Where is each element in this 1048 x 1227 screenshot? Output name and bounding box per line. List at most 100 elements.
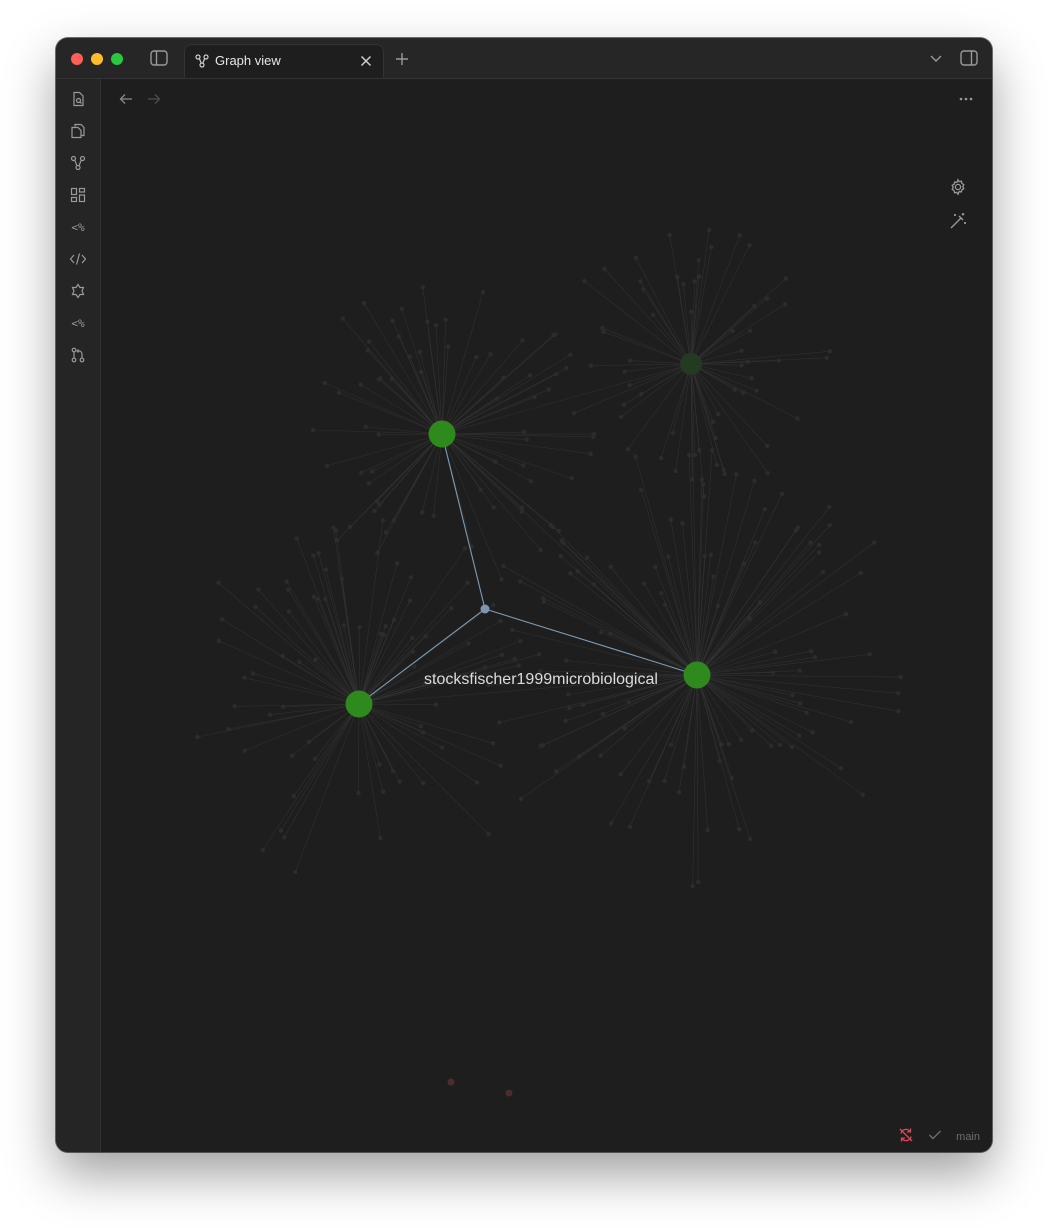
close-icon[interactable] xyxy=(359,54,373,68)
faded-edge xyxy=(336,433,443,541)
faded-edge xyxy=(503,565,698,676)
faded-edge xyxy=(280,703,360,831)
faded-node xyxy=(391,518,397,523)
minimize-window-button[interactable] xyxy=(91,53,103,65)
faded-node xyxy=(518,638,523,644)
graph-settings-button[interactable] xyxy=(948,177,968,197)
faded-edge xyxy=(696,674,751,840)
faded-edge xyxy=(696,674,699,883)
faded-node xyxy=(546,387,552,392)
file-search-icon[interactable] xyxy=(68,89,88,109)
faded-edge xyxy=(358,703,478,783)
faded-edge xyxy=(324,382,443,435)
layout-dashboard-icon[interactable] xyxy=(68,185,88,205)
faded-edge xyxy=(441,334,556,435)
zoom-window-button[interactable] xyxy=(111,53,123,65)
faded-node xyxy=(242,748,248,753)
faded-edge xyxy=(441,363,692,435)
faded-node xyxy=(681,764,687,769)
template-icon[interactable]: <% xyxy=(68,313,88,333)
faded-node xyxy=(753,540,758,545)
faded-node xyxy=(702,553,707,559)
template-icon[interactable]: <% xyxy=(68,217,88,237)
faded-node xyxy=(690,477,695,482)
tab-list-dropdown-button[interactable] xyxy=(927,50,945,68)
faded-node xyxy=(518,796,524,802)
bot-icon[interactable] xyxy=(68,281,88,301)
faded-edge xyxy=(360,384,443,435)
faded-node xyxy=(622,369,627,374)
check-icon[interactable] xyxy=(928,1128,942,1146)
faded-node xyxy=(408,575,414,580)
faded-node xyxy=(474,354,479,360)
faded-node xyxy=(559,538,564,543)
faded-node xyxy=(726,741,732,747)
toggle-left-sidebar-button[interactable] xyxy=(148,48,170,68)
close-window-button[interactable] xyxy=(71,53,83,65)
faded-node xyxy=(284,579,289,584)
faded-node xyxy=(600,711,606,717)
faded-node xyxy=(747,836,753,842)
faded-edge xyxy=(358,703,489,835)
graph-icon[interactable] xyxy=(68,153,88,173)
faded-node xyxy=(798,701,803,706)
faded-node xyxy=(512,656,518,662)
faded-node xyxy=(627,358,633,363)
faded-edge xyxy=(341,578,360,705)
faded-node xyxy=(686,452,692,458)
faded-node xyxy=(625,446,631,452)
status-bar: main xyxy=(898,1128,980,1146)
faded-node xyxy=(714,462,720,468)
git-pull-request-icon[interactable] xyxy=(68,345,88,365)
faded-node xyxy=(445,344,451,349)
faded-node xyxy=(797,668,802,673)
faded-node xyxy=(662,778,667,784)
code-icon[interactable] xyxy=(68,249,88,269)
faded-edge xyxy=(690,304,786,365)
faded-node xyxy=(754,388,759,393)
faded-edge xyxy=(690,363,768,474)
faded-node xyxy=(827,504,832,510)
sync-error-icon[interactable] xyxy=(898,1127,914,1148)
faded-edge xyxy=(441,340,523,435)
faded-node xyxy=(588,451,593,456)
faded-node xyxy=(675,274,680,280)
faded-node xyxy=(860,792,865,797)
faded-edge xyxy=(363,302,443,435)
chevron-down-icon xyxy=(930,55,942,62)
faded-edge xyxy=(313,555,360,705)
hub-node xyxy=(428,420,456,448)
faded-node xyxy=(491,602,496,608)
faded-edge xyxy=(286,581,360,705)
toggle-right-sidebar-button[interactable] xyxy=(958,48,980,68)
faded-node xyxy=(516,663,521,668)
git-branch-label[interactable]: main xyxy=(956,1131,980,1143)
faded-node xyxy=(357,625,362,630)
faded-node xyxy=(491,505,496,510)
faded-node xyxy=(440,745,445,750)
files-icon[interactable] xyxy=(68,121,88,141)
faded-node xyxy=(659,590,664,596)
faded-node xyxy=(716,411,721,417)
faded-node xyxy=(540,743,545,748)
plus-icon xyxy=(396,53,408,65)
faded-node xyxy=(709,244,714,250)
faded-node xyxy=(356,790,361,796)
faded-node xyxy=(433,702,439,707)
faded-node xyxy=(808,648,814,654)
faded-edge xyxy=(262,703,360,851)
new-tab-button[interactable] xyxy=(393,50,411,68)
faded-node xyxy=(486,831,491,837)
faded-node xyxy=(397,779,402,784)
faded-node xyxy=(738,737,744,743)
faded-node xyxy=(563,718,568,724)
tab-graph-view[interactable]: Graph view xyxy=(184,44,384,78)
graph-canvas[interactable] xyxy=(101,79,992,1152)
animate-graph-button[interactable] xyxy=(948,211,968,231)
faded-node xyxy=(804,710,809,715)
faded-edge xyxy=(590,363,692,366)
faded-node xyxy=(762,506,768,512)
faded-node xyxy=(641,287,646,292)
faded-node xyxy=(369,469,375,474)
faded-edge xyxy=(584,280,692,365)
